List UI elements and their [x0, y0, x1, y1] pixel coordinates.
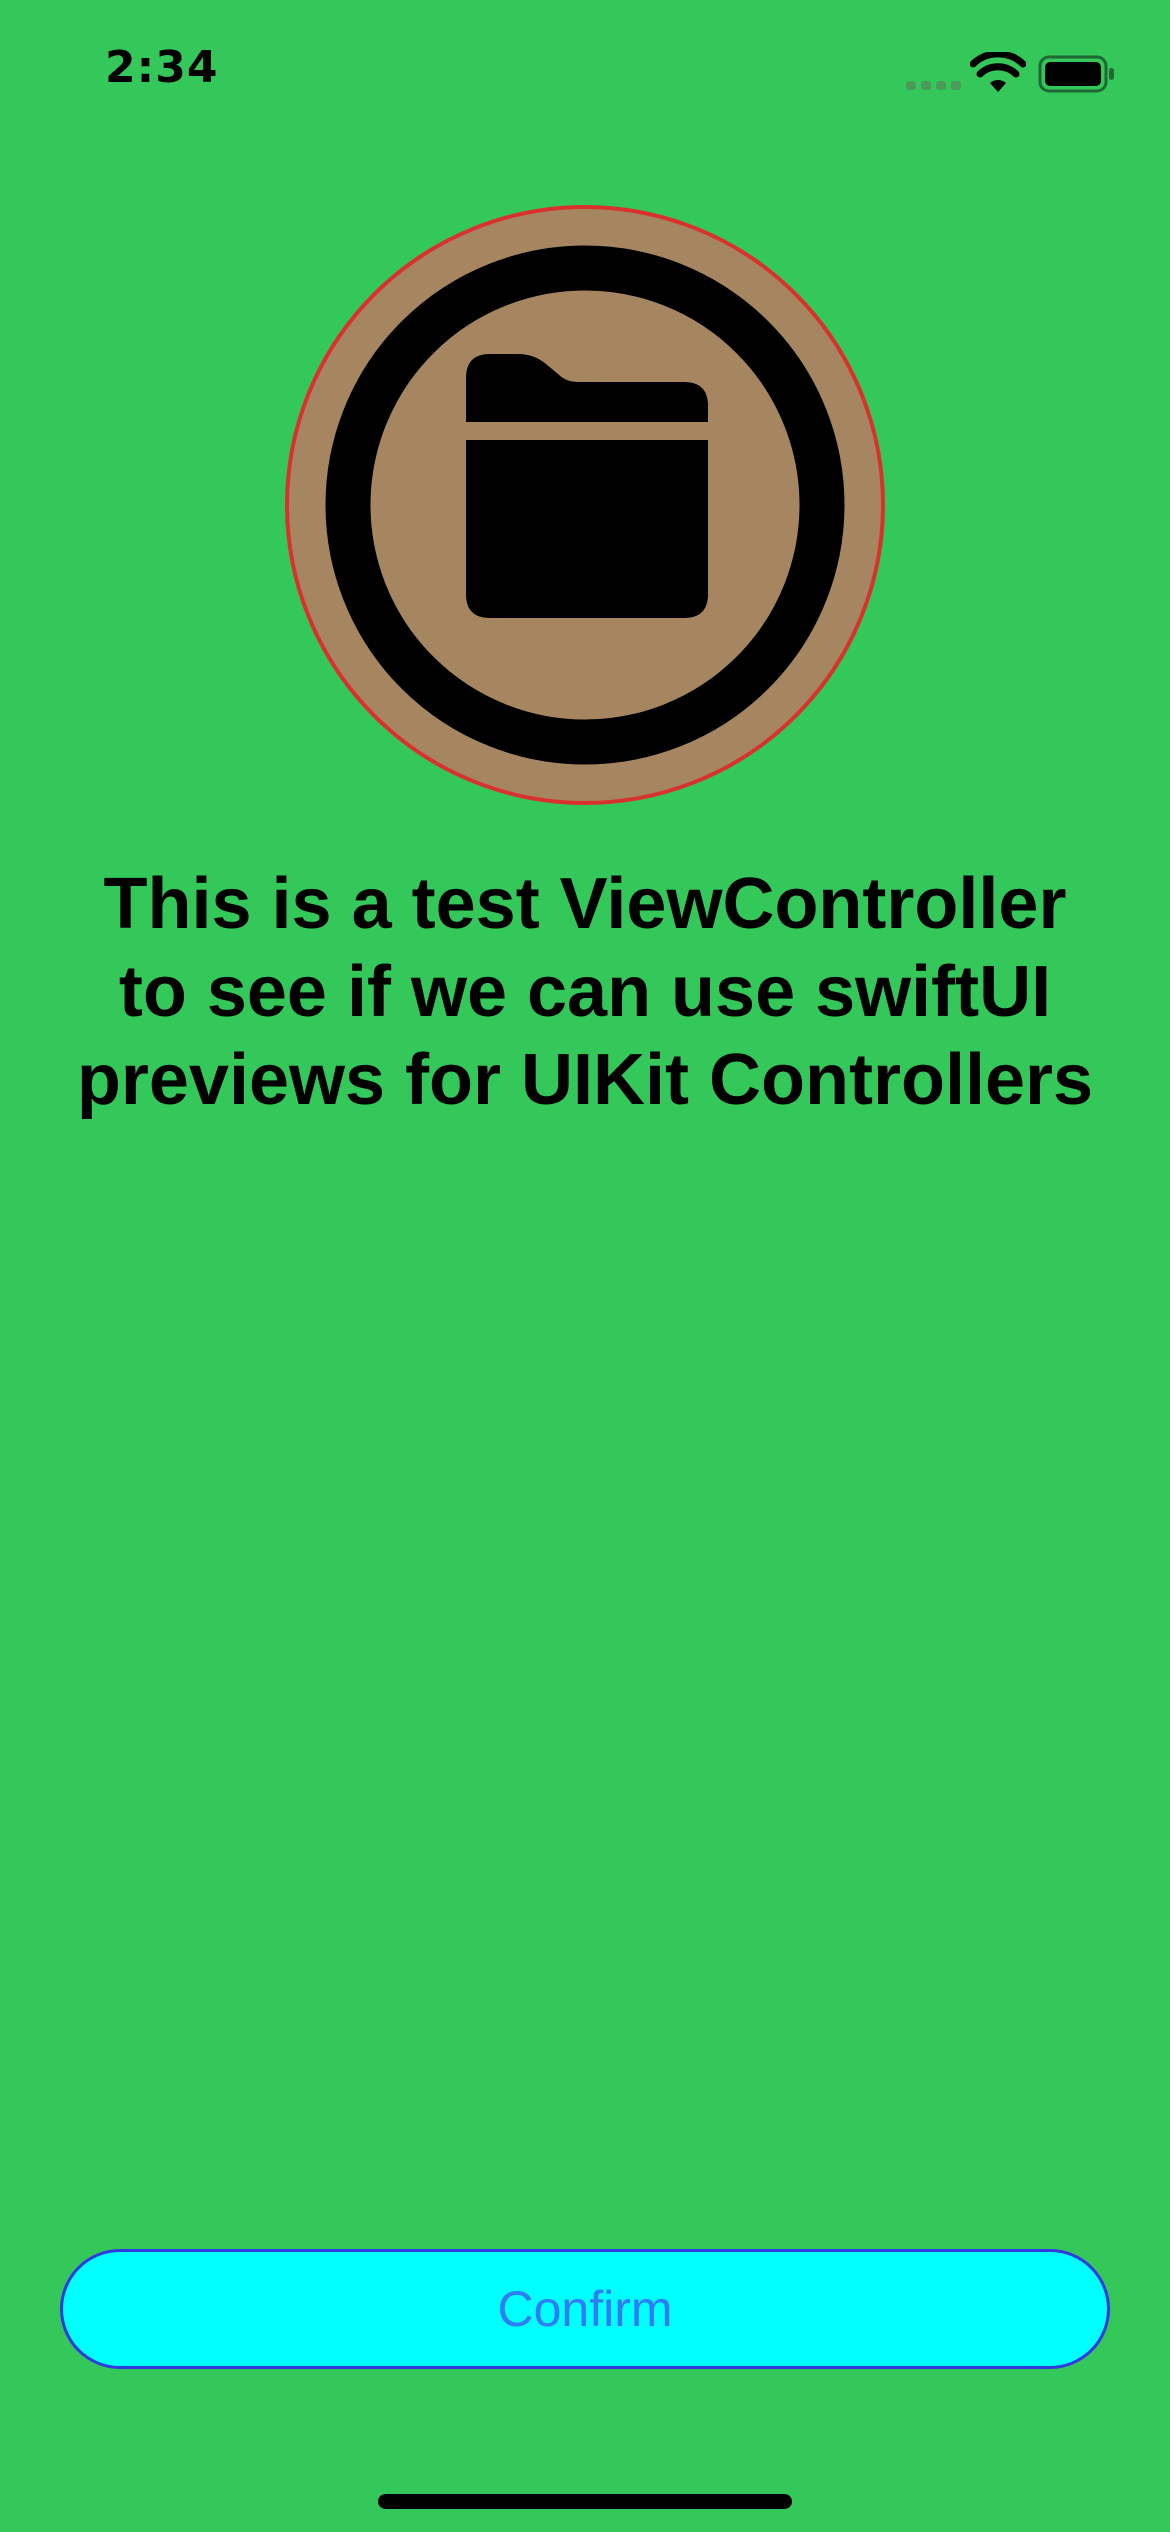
cellular-signal-icon — [906, 81, 961, 90]
confirm-button-label: Confirm — [497, 2281, 673, 2337]
home-indicator[interactable] — [378, 2494, 792, 2509]
folder-circle-icon — [285, 205, 885, 805]
battery-icon — [1038, 55, 1114, 93]
wifi-icon — [970, 52, 1026, 92]
status-bar: 2:34 — [0, 0, 1170, 140]
headline: This is a test ViewController to see if … — [76, 864, 1094, 1120]
status-time: 2:34 — [105, 42, 219, 93]
confirm-button[interactable]: Confirm — [60, 2249, 1110, 2369]
